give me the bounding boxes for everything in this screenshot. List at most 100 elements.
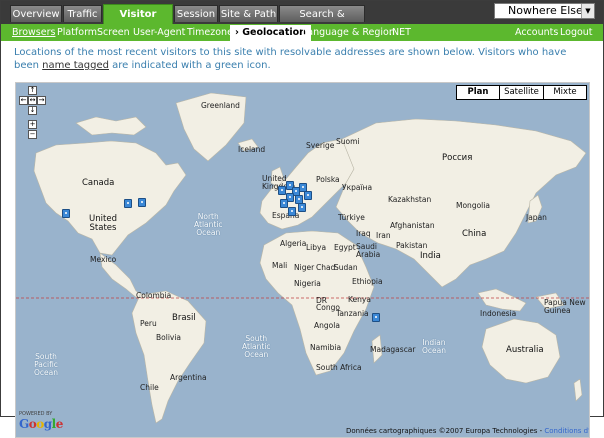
accounts-link[interactable]: Accounts (515, 24, 558, 41)
map-type-selector: Plan Satellite Mixte (456, 85, 587, 100)
map-label: South Pacific Ocean (34, 352, 58, 377)
app-frame: Overview Traffic Visitor Detail Session … (0, 0, 604, 438)
map-label: Papua New Guinea (544, 298, 586, 315)
top-navigation: Overview Traffic Visitor Detail Session … (1, 1, 603, 39)
visitor-marker-icon[interactable] (138, 198, 146, 207)
subnav-platform[interactable]: Platform (57, 24, 97, 41)
zoom-out-icon[interactable]: − (28, 130, 37, 139)
map-label: Japan (526, 213, 547, 222)
map-copyright: Données cartographiques ©2007 Europa Tec… (346, 427, 589, 435)
subnav-language-region[interactable]: Language & Region (302, 24, 395, 41)
map-label: Iran (376, 231, 391, 240)
pan-right-icon[interactable]: → (37, 96, 46, 105)
map-label: Australia (506, 345, 544, 355)
map-label: Chile (140, 383, 159, 392)
tab-session[interactable]: Session (174, 5, 218, 22)
map-label: Indian Ocean (422, 338, 446, 355)
map-label: Niger (294, 263, 315, 272)
map-label: Egypt (334, 243, 356, 252)
map-label: Algeria (280, 239, 307, 248)
map-label: North Atlantic Ocean (194, 212, 223, 237)
map-label: United States (89, 214, 117, 233)
description-text-end: are indicated with a green icon. (108, 60, 271, 71)
pan-reset-icon[interactable]: ↔ (28, 96, 37, 105)
map-label: South Africa (316, 363, 362, 372)
map-label: Brasil (172, 313, 196, 323)
map-label: Iraq (356, 229, 371, 238)
visitor-marker-icon[interactable] (280, 199, 288, 208)
visitor-marker-icon[interactable] (62, 209, 70, 218)
map-label: Mongolia (456, 201, 490, 210)
main-content: Locations of the most recent visitors to… (1, 41, 603, 438)
map-label: Afghanistan (390, 221, 435, 230)
map-type-plan-button[interactable]: Plan (457, 86, 499, 99)
map-label: Россия (442, 153, 473, 163)
pan-left-icon[interactable]: ← (19, 96, 28, 105)
pan-down-icon[interactable]: ↓ (28, 106, 37, 115)
map-label: Canada (82, 178, 115, 188)
map-label: Angola (314, 321, 340, 330)
visitor-marker-icon[interactable] (278, 186, 286, 195)
tab-site-path[interactable]: Site & Path (219, 5, 278, 22)
map-label: India (420, 251, 441, 261)
visitor-marker-icon[interactable] (288, 207, 296, 216)
site-select[interactable]: Nowhere Else ▼ (494, 3, 595, 19)
tab-overview[interactable]: Overview (10, 5, 62, 22)
map-label: Mali (272, 261, 288, 270)
map-label: Argentina (170, 373, 207, 382)
subnav-geolocation[interactable]: › Geolocation (230, 25, 311, 41)
logout-link[interactable]: Logout (560, 24, 593, 41)
dropdown-arrow-icon[interactable]: ▼ (581, 4, 594, 18)
map-label: Türkiye (338, 213, 365, 222)
map-label: Kenya (348, 295, 371, 304)
subnav-timezone[interactable]: Timezone (187, 24, 233, 41)
map-label: Greenland (201, 101, 240, 110)
sub-navigation: Browsers Platform Screen User-Agent Time… (1, 24, 603, 41)
pan-up-icon[interactable]: ↑ (28, 86, 37, 95)
map-label: Peru (140, 319, 157, 328)
map-type-mixte-button[interactable]: Mixte (543, 86, 586, 99)
map-label: Saudi Arabia (356, 242, 381, 259)
map-label: Chad (316, 263, 336, 272)
map-label: Tanzania (336, 309, 369, 318)
map-label: Україна (342, 183, 373, 192)
visitor-marker-icon[interactable] (298, 203, 306, 212)
tab-search-referrer[interactable]: Search & Referrer (279, 5, 365, 37)
subnav-geolocation-label: Geolocation (242, 27, 306, 38)
map-label: Ethiopia (352, 277, 383, 286)
map-label: Madagascar (370, 345, 416, 354)
map-label: Kazakhstan (388, 195, 432, 204)
subnav-dotnet[interactable]: .NET (389, 24, 411, 41)
visitor-map[interactable]: Greenland Iceland Canada United States N… (15, 82, 590, 438)
google-logo[interactable]: Google (19, 417, 63, 431)
map-label: Indonesia (480, 309, 517, 318)
map-label: Namibia (310, 343, 342, 352)
visitor-marker-icon[interactable] (304, 191, 312, 200)
map-label: Bolivia (156, 333, 182, 342)
terms-of-use-link[interactable]: Conditions d'utilisation (544, 427, 589, 435)
map-label: Sudan (334, 263, 358, 272)
visitor-marker-icon[interactable] (124, 199, 132, 208)
map-label: Polska (316, 175, 340, 184)
tab-traffic[interactable]: Traffic (63, 5, 102, 22)
zoom-in-icon[interactable]: + (28, 120, 37, 129)
site-select-value: Nowhere Else (508, 4, 583, 17)
map-label: Suomi (336, 137, 360, 146)
subnav-user-agent[interactable]: User-Agent (133, 24, 185, 41)
map-label: Pakistan (396, 241, 428, 250)
tab-visitor-detail[interactable]: Visitor Detail (103, 4, 173, 39)
subnav-browsers[interactable]: Browsers (12, 24, 55, 41)
map-type-satellite-button[interactable]: Satellite (499, 86, 543, 99)
copyright-text: Données cartographiques ©2007 Europa Tec… (346, 427, 543, 435)
map-label: Nigeria (294, 279, 321, 288)
page-description: Locations of the most recent visitors to… (14, 46, 574, 72)
visitor-marker-icon[interactable] (372, 313, 380, 322)
subnav-screen[interactable]: Screen (97, 24, 130, 41)
map-label: Sverige (306, 141, 335, 150)
name-tagged-link[interactable]: name tagged (42, 60, 109, 71)
map-label: South Atlantic Ocean (242, 334, 271, 359)
map-label: Libya (306, 243, 327, 252)
map-label: Colombia (136, 291, 172, 300)
map-label: Mexico (90, 255, 117, 264)
map-label: China (462, 229, 487, 239)
